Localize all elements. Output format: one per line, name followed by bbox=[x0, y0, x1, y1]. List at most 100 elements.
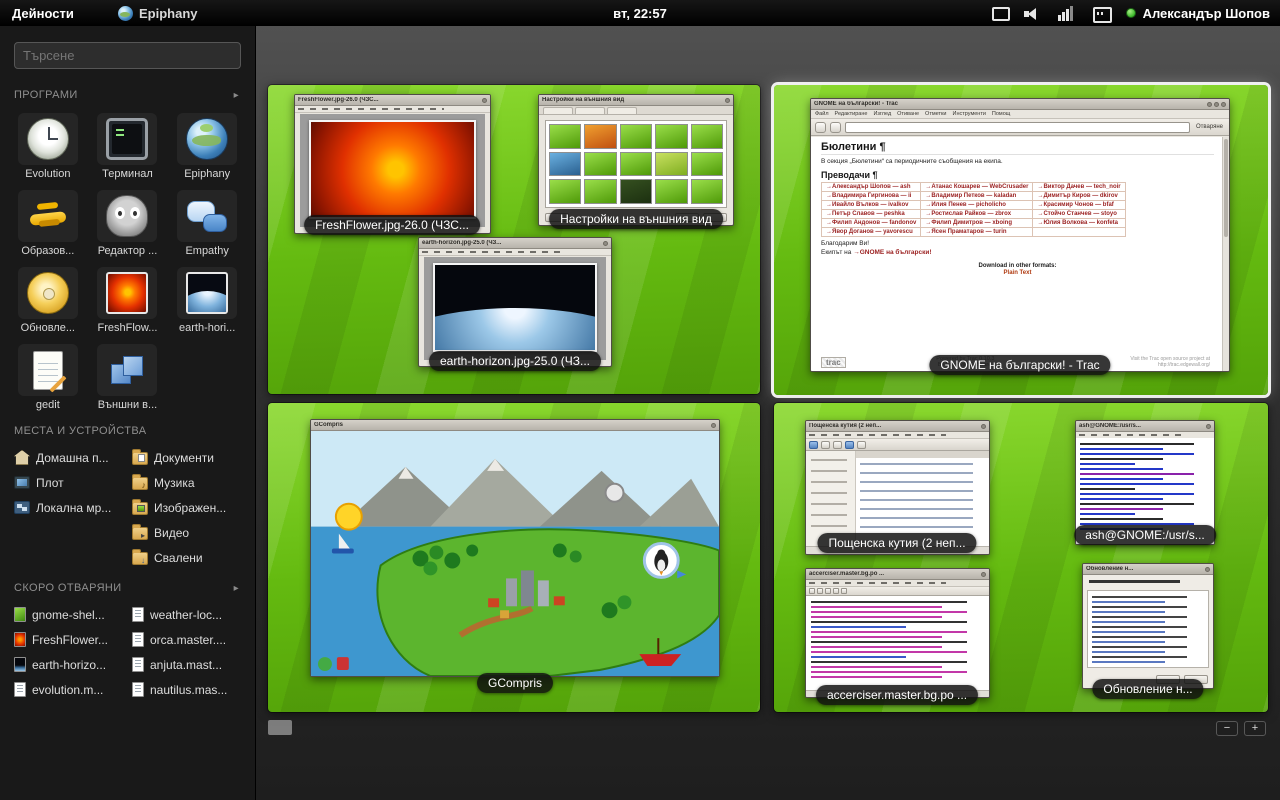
recent-item[interactable]: gnome-shel... bbox=[10, 602, 128, 627]
search-input[interactable] bbox=[14, 42, 241, 69]
add-workspace-button[interactable]: + bbox=[1244, 721, 1266, 736]
app-item[interactable]: Терминал bbox=[88, 111, 168, 182]
window-titlebar: Пощенска кутия (2 неп... bbox=[806, 421, 989, 432]
programs-expander-icon[interactable]: ▸ bbox=[234, 90, 239, 101]
app-item[interactable]: Empathy bbox=[167, 188, 247, 259]
terminal-text-line bbox=[1080, 478, 1163, 480]
recent-label: FreshFlower... bbox=[32, 633, 108, 647]
recent-item[interactable]: FreshFlower... bbox=[10, 627, 128, 652]
window-software-update[interactable]: Обновление н... bbox=[1082, 563, 1214, 689]
recent-item[interactable]: evolution.m... bbox=[10, 677, 128, 702]
wallpaper-thumb bbox=[549, 124, 581, 149]
t-strip bbox=[539, 106, 733, 115]
window-gedit-accerciser[interactable]: accerciser.master.bg.po ... bbox=[805, 568, 990, 698]
terminal-icon bbox=[106, 118, 148, 160]
table-cell: →Виктор Дачев — tech_noir bbox=[1033, 183, 1125, 192]
app-item[interactable]: Образов... bbox=[8, 188, 88, 259]
recent-expander-icon[interactable]: ▸ bbox=[234, 583, 239, 594]
volume-icon[interactable] bbox=[1024, 6, 1042, 21]
save-file-icon bbox=[825, 588, 831, 594]
top-bar: Дейности Epiphany вт, 22:57 Александър Ш… bbox=[0, 0, 1280, 26]
app-item[interactable]: earth-hori... bbox=[167, 265, 247, 336]
place-item[interactable]: Свалени bbox=[128, 545, 246, 570]
recent-item[interactable]: orca.master.... bbox=[128, 627, 246, 652]
home-icon bbox=[14, 450, 30, 465]
place-item[interactable]: Домашна п... bbox=[10, 445, 128, 470]
file-text-icon bbox=[132, 682, 144, 697]
user-menu[interactable]: Александър Шопов bbox=[1126, 6, 1270, 21]
place-item[interactable]: Изображен... bbox=[128, 495, 246, 520]
app-item[interactable]: Външни в... bbox=[88, 342, 168, 413]
workspace-2-active[interactable]: GNOME на български! - Trac ФайлРедактира… bbox=[774, 85, 1268, 395]
window-title: GNOME на български! - Trac bbox=[814, 101, 1205, 107]
window-appearance-settings[interactable]: Настройки на външния вид bbox=[538, 94, 734, 226]
status-area: Александър Шопов bbox=[990, 0, 1270, 26]
app-item[interactable]: Epiphany bbox=[167, 111, 247, 182]
app-item[interactable]: Обновле... bbox=[8, 265, 88, 336]
recent-item[interactable]: earth-horizo... bbox=[10, 652, 128, 677]
flower-image bbox=[309, 120, 476, 219]
workspace-4[interactable]: Пощенска кутия (2 неп... Пощенска кутия … bbox=[774, 403, 1268, 712]
display-icon[interactable] bbox=[990, 6, 1008, 21]
remove-workspace-button[interactable]: − bbox=[1216, 721, 1238, 736]
app-label: Evolution bbox=[25, 168, 70, 180]
user-name: Александър Шопов bbox=[1143, 6, 1270, 21]
place-item[interactable]: Музика bbox=[128, 470, 246, 495]
window-gimp-earth[interactable]: earth-horizon.jpg-25.0 (ЧЗ... bbox=[418, 237, 612, 367]
place-item[interactable]: Локална мр... bbox=[10, 495, 128, 520]
gnome-bg-link: →GNOME на български! bbox=[853, 249, 931, 256]
documents-folder-icon bbox=[132, 452, 148, 465]
activities-button[interactable]: Дейности bbox=[0, 0, 86, 26]
app-item[interactable]: FreshFlow... bbox=[88, 265, 168, 336]
workspace-3[interactable]: GCompris bbox=[268, 403, 760, 712]
window-label: GCompris bbox=[477, 673, 553, 693]
keyboard-indicator-icon[interactable] bbox=[1092, 6, 1110, 21]
page-paragraph: В секция „Бюлетини“ са периодичните съоб… bbox=[821, 158, 1214, 165]
app-tile bbox=[97, 190, 157, 242]
table-row: →Ивайло Вълков — ivalkov →Илия Пенев — p… bbox=[822, 201, 1126, 210]
editor-toolbar bbox=[806, 587, 989, 596]
wallpaper-thumb bbox=[620, 124, 652, 149]
table-cell: →Владимира Гиргинова — ii bbox=[822, 192, 921, 201]
evolution-icon bbox=[27, 118, 69, 160]
wallpaper-thumb bbox=[691, 179, 723, 204]
table-cell: →Ростислав Райков — zbrox bbox=[921, 210, 1033, 219]
recent-label: earth-horizo... bbox=[32, 658, 106, 672]
editor-text-line bbox=[811, 616, 942, 618]
update-dialog-body bbox=[1083, 575, 1213, 688]
app-item[interactable]: Evolution bbox=[8, 111, 88, 182]
window-epiphany-trac[interactable]: GNOME на български! - Trac ФайлРедактира… bbox=[810, 98, 1230, 372]
editor-text-line bbox=[811, 601, 967, 603]
network-signal-icon[interactable] bbox=[1058, 6, 1076, 21]
window-title: FreshFlower.jpg-26.0 (ЧЗС... bbox=[298, 97, 480, 103]
window-gcompris[interactable]: GCompris bbox=[310, 419, 720, 677]
package-line bbox=[1092, 606, 1187, 608]
clock[interactable]: вт, 22:57 bbox=[613, 0, 667, 26]
wallpaper-thumb bbox=[655, 152, 687, 177]
undo-icon bbox=[833, 588, 839, 594]
wallpaper-thumb bbox=[691, 152, 723, 177]
window-gimp-freshflower[interactable]: FreshFlower.jpg-26.0 (ЧЗС... bbox=[294, 94, 491, 234]
network-icon bbox=[14, 501, 30, 514]
table-cell: →Юлия Волкова — konfeta bbox=[1033, 219, 1125, 228]
app-item[interactable]: Редактор ... bbox=[88, 188, 168, 259]
recent-item[interactable]: nautilus.mas... bbox=[128, 677, 246, 702]
editor-text-line bbox=[811, 671, 967, 673]
editor-text-area bbox=[806, 596, 989, 690]
app-label: Външни в... bbox=[98, 399, 157, 411]
tab bbox=[575, 107, 605, 114]
app-label: FreshFlow... bbox=[98, 322, 158, 334]
workspace-1[interactable]: FreshFlower.jpg-26.0 (ЧЗС... FreshFlower… bbox=[268, 85, 760, 394]
app-item[interactable]: gedit bbox=[8, 342, 88, 413]
place-item[interactable]: Документи bbox=[128, 445, 246, 470]
terminal-text-line bbox=[1080, 498, 1163, 500]
editor-text-line bbox=[811, 631, 967, 633]
wallpaper-thumb bbox=[655, 179, 687, 204]
app-menu[interactable]: Epiphany bbox=[118, 0, 198, 26]
recent-item[interactable]: anjuta.mast... bbox=[128, 652, 246, 677]
place-item[interactable]: Видео bbox=[128, 520, 246, 545]
place-item[interactable]: Плот bbox=[10, 470, 128, 495]
recent-section-header: СКОРО ОТВАРЯНИ ▸ bbox=[0, 570, 255, 600]
place-label: Локална мр... bbox=[36, 501, 111, 515]
recent-item[interactable]: weather-loc... bbox=[128, 602, 246, 627]
